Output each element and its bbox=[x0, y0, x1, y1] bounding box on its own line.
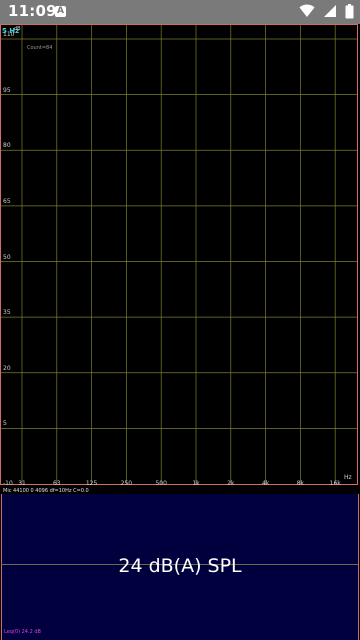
y-tick-label: 95 bbox=[3, 86, 11, 94]
y-tick-label: 80 bbox=[3, 142, 11, 150]
count-label: Count=84 bbox=[27, 45, 53, 51]
x-axis-unit: Hz bbox=[344, 474, 352, 481]
y-tick-label: 110 bbox=[3, 31, 15, 38]
spectrum-grid bbox=[1, 25, 357, 484]
y-tick-label: 20 bbox=[3, 364, 11, 372]
db-unit-label: dB bbox=[14, 26, 21, 32]
y-tick-label: 50 bbox=[3, 253, 11, 261]
y-tick-label: 65 bbox=[3, 197, 11, 205]
spl-reading: 24 dB(A) SPL bbox=[118, 555, 242, 577]
y-tick-label: 5 bbox=[3, 420, 7, 428]
leq-status: Leq(0) 24.2 dB bbox=[4, 629, 41, 635]
y-tick-label: 35 bbox=[3, 309, 11, 317]
